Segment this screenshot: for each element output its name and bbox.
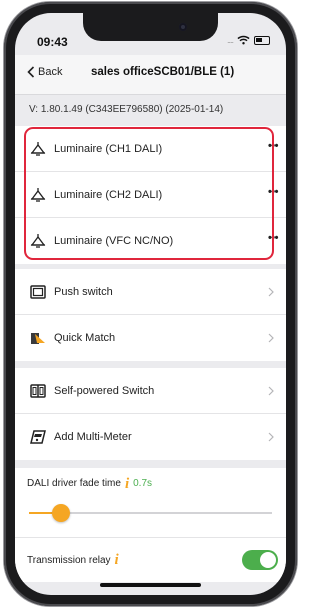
luminaire-row-ch2[interactable]: Luminaire (CH2 DALI) ••• bbox=[15, 172, 286, 218]
camera-icon bbox=[179, 23, 187, 31]
more-options-icon[interactable]: ••• bbox=[268, 140, 279, 152]
info-icon[interactable]: i bbox=[115, 553, 119, 568]
luminaire-row-ch1[interactable]: Luminaire (CH1 DALI) ••• bbox=[15, 126, 286, 172]
quick-match-label: Quick Match bbox=[54, 332, 116, 344]
push-switch-row[interactable]: Push switch bbox=[15, 269, 286, 315]
device-group-1: Push switch Quick Match bbox=[15, 269, 286, 361]
app-screen: 09:43 .... Back sales officeSCB01/BLE (1… bbox=[15, 13, 286, 595]
fade-time-row: DALI driver fade time i 0.7s bbox=[15, 468, 286, 538]
luminaire-row-vfc[interactable]: Luminaire (VFC NC/NO) ••• bbox=[15, 218, 286, 264]
luminaire-icon bbox=[30, 187, 46, 203]
version-info: V: 1.80.1.49 (C343EE796580) (2025-01-14) bbox=[29, 104, 224, 115]
chevron-right-icon bbox=[268, 432, 274, 442]
info-icon[interactable]: i bbox=[125, 476, 129, 491]
fade-time-value: 0.7s bbox=[133, 478, 153, 489]
fade-time-label: DALI driver fade time bbox=[27, 478, 121, 489]
signal-dots: .... bbox=[226, 35, 234, 45]
transmission-relay-row: Transmission relay i bbox=[15, 538, 286, 582]
luminaire-icon bbox=[30, 141, 46, 157]
phone-notch bbox=[83, 13, 218, 41]
chevron-right-icon bbox=[268, 287, 274, 296]
settings-card: DALI driver fade time i 0.7s Transmissio… bbox=[15, 468, 286, 582]
self-powered-switch-row[interactable]: Self-powered Switch bbox=[15, 368, 286, 414]
status-icons: .... bbox=[227, 35, 270, 45]
chevron-right-icon bbox=[268, 386, 274, 395]
home-indicator bbox=[100, 583, 201, 587]
toggle-knob bbox=[260, 552, 276, 568]
slider-thumb[interactable] bbox=[51, 504, 70, 522]
transmission-relay-label: Transmission relay bbox=[27, 554, 111, 566]
self-powered-switch-label: Self-powered Switch bbox=[54, 384, 155, 397]
back-label: Back bbox=[38, 66, 63, 78]
phone-frame: 09:43 .... Back sales officeSCB01/BLE (1… bbox=[4, 2, 297, 606]
luminaire-icon bbox=[30, 233, 46, 249]
luminaire-label: Luminaire (CH2 DALI) bbox=[54, 188, 163, 201]
fade-time-label-group: DALI driver fade time i 0.7s bbox=[27, 476, 153, 491]
more-options-icon[interactable]: ••• bbox=[268, 186, 279, 198]
quick-match-row[interactable]: Quick Match bbox=[15, 315, 286, 361]
fade-time-slider[interactable] bbox=[29, 504, 272, 522]
status-time: 09:43 bbox=[37, 35, 68, 49]
luminaire-list: Luminaire (CH1 DALI) ••• Luminaire (CH2 … bbox=[15, 126, 286, 264]
transmission-relay-toggle[interactable] bbox=[242, 550, 278, 570]
chevron-right-icon bbox=[268, 333, 274, 343]
multi-meter-label: Add Multi-Meter bbox=[54, 431, 132, 443]
battery-icon bbox=[254, 35, 270, 45]
relay-label-group: Transmission relay i bbox=[27, 553, 119, 568]
more-options-icon[interactable]: ••• bbox=[268, 232, 279, 244]
back-button[interactable]: Back bbox=[27, 66, 62, 78]
push-switch-icon bbox=[30, 284, 46, 300]
self-powered-switch-icon bbox=[30, 383, 46, 399]
multi-meter-row[interactable]: Add Multi-Meter bbox=[15, 414, 286, 460]
wifi-icon bbox=[237, 35, 250, 45]
luminaire-label: Luminaire (CH1 DALI) bbox=[54, 142, 163, 155]
push-switch-label: Push switch bbox=[54, 285, 113, 298]
chevron-left-icon bbox=[27, 66, 35, 78]
quick-match-icon bbox=[30, 330, 46, 346]
page-title: sales officeSCB01/BLE (1) bbox=[91, 66, 235, 78]
multi-meter-icon bbox=[30, 429, 46, 445]
nav-bar: Back sales officeSCB01/BLE (1) bbox=[15, 55, 286, 95]
luminaire-label: Luminaire (VFC NC/NO) bbox=[54, 235, 174, 247]
device-group-2: Self-powered Switch Add Multi-Meter bbox=[15, 368, 286, 460]
